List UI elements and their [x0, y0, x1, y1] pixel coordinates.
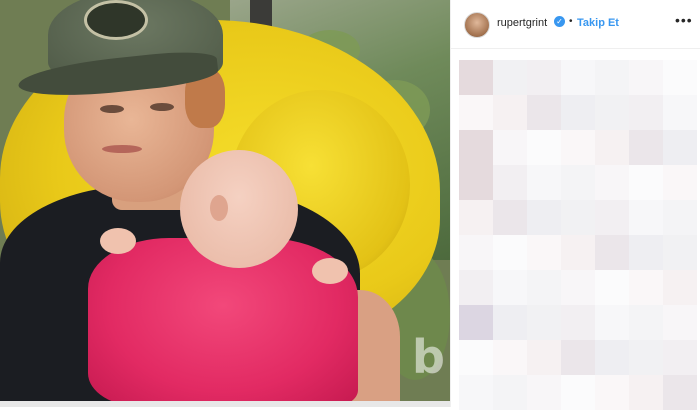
blur-tile — [493, 340, 527, 375]
blur-tile — [629, 165, 663, 200]
blur-tile — [527, 340, 561, 375]
post-photo[interactable]: b — [0, 0, 450, 407]
blur-tile — [493, 200, 527, 235]
blur-tile — [561, 305, 595, 340]
instagram-post: b rupertgrint ✓ • Takip Et ••• — [0, 0, 700, 410]
blur-tile — [663, 270, 697, 305]
blur-tile — [527, 95, 561, 130]
mouth — [102, 145, 142, 153]
blur-tile — [663, 165, 697, 200]
blur-tile — [663, 200, 697, 235]
blur-tile — [459, 130, 493, 165]
blur-tile — [595, 95, 629, 130]
blur-tile — [595, 130, 629, 165]
blur-tile — [663, 235, 697, 270]
blur-tile — [561, 235, 595, 270]
blur-tile — [459, 60, 493, 95]
baby-hand-left — [100, 228, 136, 254]
baby-hand-right — [312, 258, 348, 284]
blur-tile — [561, 270, 595, 305]
blur-tile — [459, 95, 493, 130]
blur-tile — [561, 375, 595, 410]
cap-badge — [84, 0, 148, 40]
blur-tile — [629, 375, 663, 410]
blur-tile — [595, 235, 629, 270]
blur-tile — [663, 130, 697, 165]
post-sidebar: rupertgrint ✓ • Takip Et ••• — [450, 0, 700, 410]
follow-button[interactable]: Takip Et — [577, 17, 619, 29]
blur-tile — [595, 305, 629, 340]
blur-tile — [459, 270, 493, 305]
blur-tile — [459, 305, 493, 340]
blur-tile — [629, 305, 663, 340]
blur-tile — [459, 235, 493, 270]
blur-tile — [459, 165, 493, 200]
blur-tile — [629, 200, 663, 235]
blur-tile — [493, 305, 527, 340]
blur-tile — [527, 165, 561, 200]
left-eye — [100, 105, 124, 113]
username[interactable]: rupertgrint — [497, 17, 547, 29]
blur-tile — [493, 375, 527, 410]
separator-dot: • — [569, 16, 573, 27]
blur-tile — [527, 270, 561, 305]
blur-tile — [629, 95, 663, 130]
blurred-comments-area — [459, 60, 697, 410]
blur-tile — [527, 200, 561, 235]
blur-tile — [629, 60, 663, 95]
blur-tile — [527, 305, 561, 340]
blur-tile — [663, 60, 697, 95]
blur-tile — [561, 95, 595, 130]
blur-tile — [663, 95, 697, 130]
blur-tile — [595, 340, 629, 375]
baby-ear — [210, 195, 228, 221]
bottom-strip — [0, 401, 450, 407]
blur-tile — [459, 340, 493, 375]
blur-tile — [493, 165, 527, 200]
blur-tile — [595, 165, 629, 200]
blur-tile — [527, 375, 561, 410]
avatar[interactable] — [464, 12, 490, 38]
blur-tile — [629, 270, 663, 305]
blur-tile — [629, 235, 663, 270]
watermark-logo: b — [412, 330, 445, 384]
blur-tile — [629, 340, 663, 375]
blur-tile — [561, 165, 595, 200]
blur-tile — [459, 200, 493, 235]
blur-tile — [595, 60, 629, 95]
baby-head — [180, 150, 298, 268]
blur-tile — [663, 375, 697, 410]
blur-tile — [527, 60, 561, 95]
blur-tile — [595, 375, 629, 410]
blur-tile — [663, 305, 697, 340]
more-options-icon[interactable]: ••• — [675, 12, 693, 28]
verified-badge-icon: ✓ — [554, 16, 565, 27]
blur-tile — [629, 130, 663, 165]
blur-tile — [595, 270, 629, 305]
blur-tile — [527, 235, 561, 270]
blur-tile — [527, 130, 561, 165]
blur-tile — [493, 60, 527, 95]
blur-tile — [663, 340, 697, 375]
blur-tile — [595, 200, 629, 235]
blur-tile — [493, 270, 527, 305]
blur-tile — [561, 340, 595, 375]
blur-tile — [561, 60, 595, 95]
blur-tile — [561, 130, 595, 165]
post-header: rupertgrint ✓ • Takip Et ••• — [451, 0, 700, 49]
blur-tile — [459, 375, 493, 410]
blur-tile — [493, 235, 527, 270]
blur-tile — [493, 130, 527, 165]
blur-tile — [561, 200, 595, 235]
blur-tile — [493, 95, 527, 130]
right-eye — [150, 103, 174, 111]
